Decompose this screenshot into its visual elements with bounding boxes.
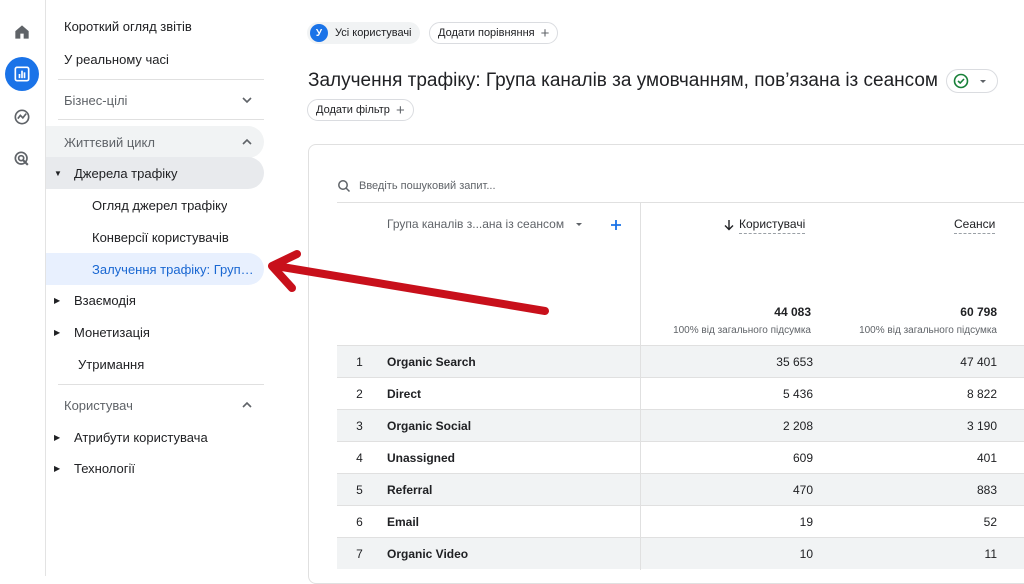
add-comparison-button[interactable]: Додати порівняння + bbox=[429, 22, 559, 44]
dimension-header-cell: Група каналів з...ана із сеансом bbox=[337, 203, 641, 345]
row-sessions: 47 401 bbox=[960, 354, 997, 369]
sort-down-arrow-icon bbox=[724, 220, 734, 231]
row-channel: Organic Social bbox=[382, 409, 641, 442]
home-icon[interactable] bbox=[5, 15, 39, 49]
search-input[interactable] bbox=[359, 179, 659, 192]
row-sessions: 401 bbox=[976, 450, 997, 465]
row-sessions: 8 822 bbox=[966, 386, 997, 401]
nav-realtime[interactable]: У реальному часі bbox=[46, 43, 264, 75]
dropdown-icon bbox=[576, 223, 583, 226]
plus-icon: + bbox=[395, 101, 405, 119]
table-row[interactable]: 6 Email 19 52 bbox=[337, 505, 1024, 538]
divider bbox=[58, 119, 264, 120]
caret-down-icon: ▼ bbox=[54, 168, 62, 178]
nav-traffic-acquisition[interactable]: Залучення трафіку: Група ... bbox=[46, 253, 264, 285]
row-channel: Referral bbox=[382, 473, 641, 506]
column-header-sessions[interactable]: Сеанси bbox=[954, 217, 996, 234]
explore-icon[interactable] bbox=[5, 100, 39, 134]
total-users: 44 083 bbox=[774, 305, 811, 319]
row-channel: Organic Search bbox=[382, 345, 641, 378]
caret-right-icon: ▶ bbox=[54, 295, 61, 305]
nav-engagement[interactable]: ▶ Взаємодія bbox=[46, 284, 264, 316]
nav-retention[interactable]: Утримання bbox=[46, 348, 264, 380]
nav-traffic-sources[interactable]: ▼ Джерела трафіку bbox=[46, 157, 264, 189]
dimension-selector[interactable]: Група каналів з...ана із сеансом bbox=[387, 217, 586, 231]
row-number: 7 bbox=[356, 546, 363, 561]
comparison-chip-all-users[interactable]: У Усі користувачі bbox=[307, 22, 420, 44]
nav-business-goals[interactable]: Бізнес-цілі bbox=[46, 84, 264, 116]
nav-monetization[interactable]: ▶ Монетизація bbox=[46, 316, 264, 348]
row-users: 2 208 bbox=[782, 418, 813, 433]
row-users: 35 653 bbox=[776, 354, 813, 369]
row-number: 4 bbox=[356, 450, 363, 465]
chevron-down-icon bbox=[242, 97, 252, 104]
report-navigation: Короткий огляд звітів У реальному часі Б… bbox=[46, 0, 280, 576]
reports-icon[interactable] bbox=[5, 57, 39, 91]
page-title: Залучення трафіку: Група каналів за умов… bbox=[308, 70, 938, 91]
row-number: 2 bbox=[356, 386, 363, 401]
row-users: 609 bbox=[792, 450, 813, 465]
search-icon bbox=[338, 179, 351, 192]
total-users-subtitle: 100% від загального підсумка bbox=[673, 325, 811, 336]
nav-user-attributes[interactable]: ▶ Атрибути користувача bbox=[46, 421, 264, 453]
row-channel: Organic Video bbox=[382, 537, 641, 570]
nav-reports-snapshot[interactable]: Короткий огляд звітів bbox=[46, 10, 264, 42]
avatar: У bbox=[310, 24, 328, 42]
row-number: 5 bbox=[356, 482, 363, 497]
advertising-icon[interactable] bbox=[5, 142, 39, 176]
column-header-users[interactable]: Користувачі bbox=[739, 217, 806, 234]
table-row[interactable]: 1 Organic Search 35 653 47 401 bbox=[337, 345, 1024, 378]
row-number: 6 bbox=[356, 514, 363, 529]
row-sessions: 11 bbox=[984, 546, 997, 561]
row-users: 5 436 bbox=[782, 386, 813, 401]
nav-lifecycle[interactable]: Життєвий цикл bbox=[46, 126, 264, 158]
add-filter-button[interactable]: Додати фільтр + bbox=[307, 99, 414, 121]
chevron-up-icon bbox=[242, 138, 252, 145]
nav-user-acquisition[interactable]: Конверсії користувачів bbox=[46, 221, 264, 253]
row-number: 1 bbox=[356, 354, 363, 369]
row-channel: Direct bbox=[382, 377, 641, 410]
nav-traffic-overview[interactable]: Огляд джерел трафіку bbox=[46, 189, 264, 221]
row-users: 470 bbox=[792, 482, 813, 497]
icon-rail bbox=[0, 0, 46, 576]
row-users: 10 bbox=[799, 546, 813, 561]
caret-right-icon: ▶ bbox=[54, 463, 61, 473]
divider bbox=[58, 384, 264, 385]
dropdown-icon bbox=[980, 80, 986, 83]
add-dimension-icon[interactable] bbox=[609, 218, 623, 232]
row-channel: Unassigned bbox=[382, 441, 641, 474]
table-row[interactable]: 2 Direct 5 436 8 822 bbox=[337, 377, 1024, 410]
caret-right-icon: ▶ bbox=[54, 327, 61, 337]
nav-user[interactable]: Користувач bbox=[46, 389, 264, 421]
report-table-card: Група каналів з...ана із сеансом Користу… bbox=[308, 144, 1024, 584]
table-row[interactable]: 3 Organic Social 2 208 3 190 bbox=[337, 409, 1024, 442]
report-status-chip[interactable] bbox=[946, 69, 998, 93]
total-sessions-subtitle: 100% від загального підсумка bbox=[859, 325, 997, 336]
row-sessions: 3 190 bbox=[966, 418, 997, 433]
row-sessions: 883 bbox=[976, 482, 997, 497]
caret-right-icon: ▶ bbox=[54, 432, 61, 442]
row-sessions: 52 bbox=[983, 514, 997, 529]
metric-header-cells: Користувачі Сеанси 44 083 60 798 100% ві… bbox=[641, 203, 1024, 345]
table-search bbox=[337, 169, 1024, 203]
main-content: У Усі користувачі Додати порівняння + За… bbox=[280, 0, 1024, 584]
row-channel: Email bbox=[382, 505, 641, 538]
chevron-up-icon bbox=[242, 401, 252, 408]
nav-technology[interactable]: ▶ Технології bbox=[46, 452, 264, 484]
table-row[interactable]: 4 Unassigned 609 401 bbox=[337, 441, 1024, 474]
check-circle-icon bbox=[953, 73, 969, 89]
row-users: 19 bbox=[799, 514, 813, 529]
divider bbox=[58, 79, 264, 80]
table-row[interactable]: 7 Organic Video 10 11 bbox=[337, 537, 1024, 570]
total-sessions: 60 798 bbox=[960, 305, 997, 319]
row-number: 3 bbox=[356, 418, 363, 433]
plus-icon: + bbox=[540, 24, 550, 42]
table-row[interactable]: 5 Referral 470 883 bbox=[337, 473, 1024, 506]
